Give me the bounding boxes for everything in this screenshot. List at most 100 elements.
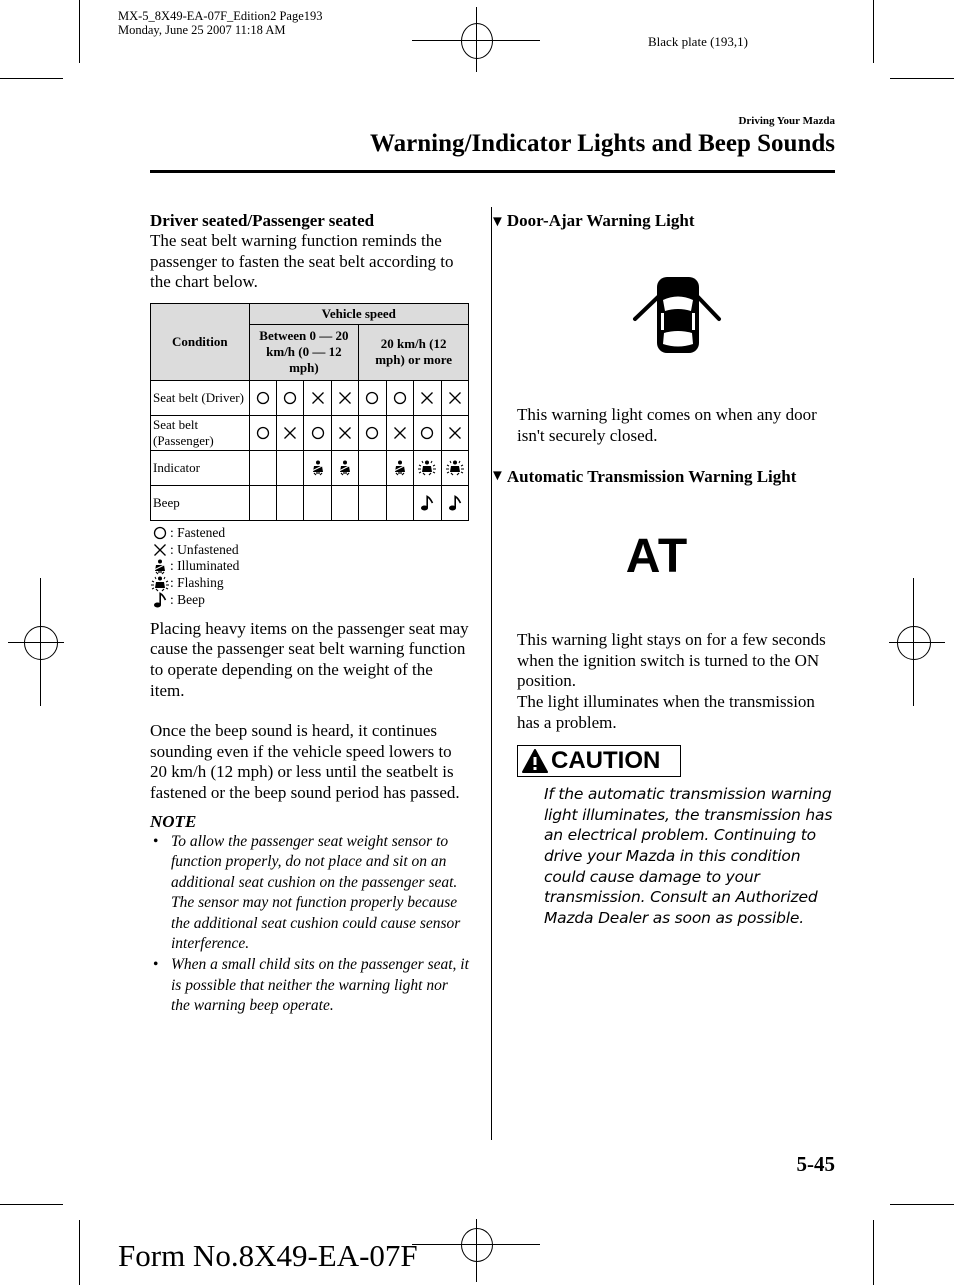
empty-cell [358, 449, 387, 486]
condition-header: Condition [150, 302, 250, 381]
caution-label-box: CAUTION [517, 745, 682, 778]
fastened-cell [385, 379, 415, 416]
note-title: NOTE [150, 811, 197, 831]
at-warning-text-1: This warning light stays on for a few se… [517, 630, 826, 691]
fastened-cell [303, 414, 332, 451]
empty-cell [330, 484, 360, 521]
seatbelt-table: Condition Vehicle speed Between 0 — 20 k… [150, 302, 470, 521]
legend-item: : Fastened [150, 525, 470, 542]
unfastened-icon [442, 391, 469, 405]
row-label: Indicator [150, 449, 250, 486]
flashing-icon [150, 576, 170, 592]
unfastened-cell [330, 414, 360, 451]
legend-label: : Unfastened [170, 541, 239, 557]
slug-line-2: Monday, June 25 2007 11:18 AM [118, 23, 286, 37]
fastened-icon [250, 426, 276, 440]
fastened-icon [304, 426, 330, 440]
table-row: Indicator [150, 449, 469, 486]
flashing-cell [413, 449, 442, 486]
crop-mark [890, 1204, 954, 1205]
title-rule [150, 170, 835, 173]
fastened-icon [250, 391, 276, 405]
plate-label: Black plate (193,1) [648, 34, 748, 49]
fastened-icon [359, 426, 385, 440]
legend-item: : Beep [150, 592, 470, 609]
illuminated-icon [387, 460, 413, 476]
unfastened-cell [303, 379, 332, 416]
illuminated-icon [150, 559, 170, 575]
left-column: Driver seated/Passenger seated The seat … [150, 210, 470, 1017]
intro-text: The seat belt warning function reminds t… [150, 231, 454, 292]
flashing-icon [414, 460, 440, 476]
door-ajar-text: This warning light comes on when any doo… [517, 405, 817, 445]
unfastened-icon [414, 391, 440, 405]
row-label: Beep [150, 484, 250, 521]
unfastened-cell [440, 414, 469, 451]
legend-item: : Flashing [150, 575, 470, 592]
crop-mark [873, 1220, 874, 1285]
beep-icon [150, 592, 170, 608]
legend-label: : Illuminated [170, 558, 240, 574]
note-item: To allow the passenger seat weight senso… [150, 832, 470, 956]
caution-label: CAUTION [551, 747, 661, 775]
warning-triangle-icon [522, 749, 548, 774]
legend-label: : Fastened [170, 524, 226, 540]
heavy-items-paragraph: Placing heavy items on the passenger sea… [150, 618, 469, 700]
column-divider [491, 207, 492, 1140]
fastened-icon [359, 391, 385, 405]
unfastened-icon [332, 426, 358, 440]
unfastened-icon [150, 543, 170, 557]
caution-text: If the automatic transmission warning li… [544, 785, 833, 927]
illuminated-cell [385, 449, 415, 486]
speed-low-header: Between 0 — 20 km/h (0 — 12 mph) [248, 323, 360, 381]
empty-cell [248, 449, 277, 486]
beep-cell [440, 484, 469, 521]
crop-mark [873, 0, 874, 63]
page-number: 5-45 [796, 1152, 836, 1176]
illuminated-cell [330, 449, 360, 486]
unfastened-cell [330, 379, 360, 416]
flashing-cell [440, 449, 469, 486]
unfastened-cell [275, 414, 305, 451]
beep-cell [413, 484, 442, 521]
fastened-icon [150, 526, 170, 540]
page-title: Warning/Indicator Lights and Beep Sounds [370, 130, 835, 157]
fastened-icon [277, 391, 303, 405]
crop-mark [0, 78, 63, 79]
unfastened-cell [440, 379, 469, 416]
form-number: Form No.8X49-EA-07F [118, 1238, 418, 1273]
table-row: Beep [150, 484, 469, 521]
fastened-icon [387, 391, 413, 405]
at-warning-text-2: The light illuminates when the transmiss… [517, 691, 815, 732]
unfastened-cell [385, 414, 415, 451]
legend-item: : Unfastened [150, 542, 470, 559]
fastened-cell [413, 414, 442, 451]
beep-icon [442, 494, 469, 511]
vehicle-speed-header: Vehicle speed [248, 302, 470, 325]
empty-cell [275, 484, 305, 521]
slug-line-1: MX-5_8X49-EA-07F_Edition2 Page193 [118, 9, 323, 23]
speed-high-header: 20 km/h (12 mph) or more [358, 323, 469, 381]
fastened-cell [275, 379, 305, 416]
empty-cell [358, 484, 387, 521]
at-warning-icon: AT [625, 530, 689, 584]
table-row: Seat belt (Passenger) [150, 414, 469, 451]
row-label: Seat belt (Driver) [150, 379, 250, 416]
fastened-cell [248, 379, 277, 416]
subheading-driver-passenger: Driver seated/Passenger seated [150, 211, 375, 230]
fastened-cell [358, 414, 387, 451]
unfastened-icon [277, 426, 303, 440]
illuminated-icon [332, 460, 358, 476]
crop-mark [79, 0, 80, 63]
unfastened-icon [304, 391, 330, 405]
illuminated-icon [304, 460, 330, 476]
legend-label: : Flashing [170, 575, 224, 591]
flashing-icon [442, 460, 469, 476]
beep-icon [414, 494, 440, 511]
fastened-cell [358, 379, 387, 416]
fastened-icon [414, 426, 440, 440]
unfastened-icon [387, 426, 413, 440]
unfastened-icon [332, 391, 358, 405]
door-ajar-heading: ▼ Door-Ajar Warning Light [490, 211, 695, 230]
triangle-bullet-icon: ▼ [490, 468, 505, 485]
